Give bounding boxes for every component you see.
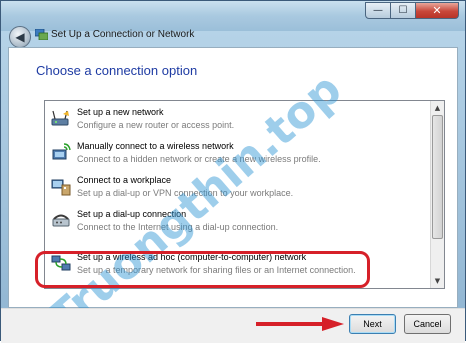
maximize-button[interactable]: ☐ <box>391 2 416 19</box>
option-title: Set up a new network <box>77 107 164 117</box>
list-scrollbar[interactable]: ▲ ▼ <box>430 101 444 288</box>
red-arrow-annotation <box>256 317 344 331</box>
option-description: Set up a dial-up or VPN connection to yo… <box>77 188 294 198</box>
page-heading: Choose a connection option <box>36 63 198 78</box>
option-title: Set up a dial-up connection <box>77 209 187 219</box>
workplace-connection-icon <box>51 179 71 196</box>
scroll-down-icon[interactable]: ▼ <box>432 275 443 287</box>
scroll-thumb[interactable] <box>432 115 443 239</box>
wireless-network-icon <box>52 143 71 160</box>
option-description: Connect to a hidden network or create a … <box>77 154 321 164</box>
close-button[interactable]: ✕ <box>416 2 459 19</box>
cancel-button[interactable]: Cancel <box>404 314 451 334</box>
option-dialup[interactable]: Set up a dial-up connection Connect to t… <box>47 206 430 240</box>
minimize-button[interactable]: — <box>365 2 391 19</box>
option-title: Connect to a workplace <box>77 175 172 185</box>
next-button[interactable]: Next <box>349 314 396 334</box>
option-manual-wireless[interactable]: Manually connect to a wireless network C… <box>47 138 430 172</box>
option-description: Configure a new router or access point. <box>77 120 235 130</box>
title-bar: — ☐ ✕ <box>1 1 465 31</box>
minimize-icon: — <box>373 5 383 16</box>
network-wizard-icon <box>35 29 48 40</box>
maximize-icon: ☐ <box>398 5 408 16</box>
option-workplace[interactable]: Connect to a workplace Set up a dial-up … <box>47 172 430 206</box>
router-network-icon <box>51 110 69 126</box>
option-new-network[interactable]: Set up a new network Configure a new rou… <box>47 104 430 138</box>
dialup-modem-icon <box>52 214 70 227</box>
close-icon: ✕ <box>432 4 442 17</box>
option-title: Manually connect to a wireless network <box>77 141 234 151</box>
window-title: Set Up a Connection or Network <box>51 29 195 40</box>
dialog-window: — ☐ ✕ ◀ Set Up a Connection or Network C… <box>0 0 466 344</box>
back-arrow-icon: ◀ <box>15 30 25 44</box>
option-description: Connect to the Internet using a dial-up … <box>77 222 279 232</box>
back-button[interactable]: ◀ <box>9 26 31 48</box>
scroll-up-icon[interactable]: ▲ <box>432 102 443 114</box>
highlight-annotation <box>35 251 370 288</box>
caption-buttons: — ☐ ✕ <box>365 2 459 21</box>
